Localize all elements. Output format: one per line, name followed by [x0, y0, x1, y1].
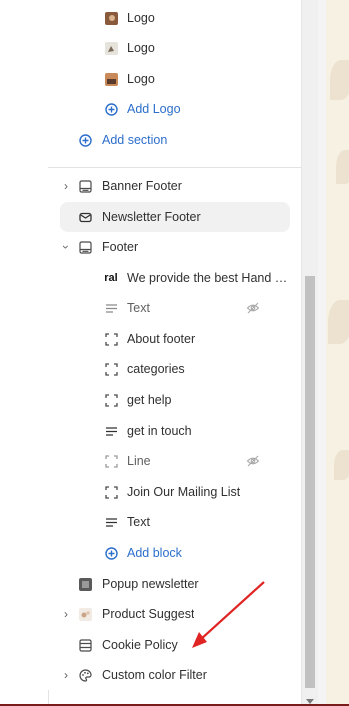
panel-scrollbar[interactable] [301, 0, 318, 706]
annotation-arrow [192, 581, 265, 648]
preview-canvas [318, 0, 349, 706]
left-strip [0, 0, 49, 706]
theme-sections-panel: Logo Logo Logo Add Logo Add section › Ba… [48, 0, 301, 690]
scrollbar-thumb[interactable] [305, 276, 315, 688]
